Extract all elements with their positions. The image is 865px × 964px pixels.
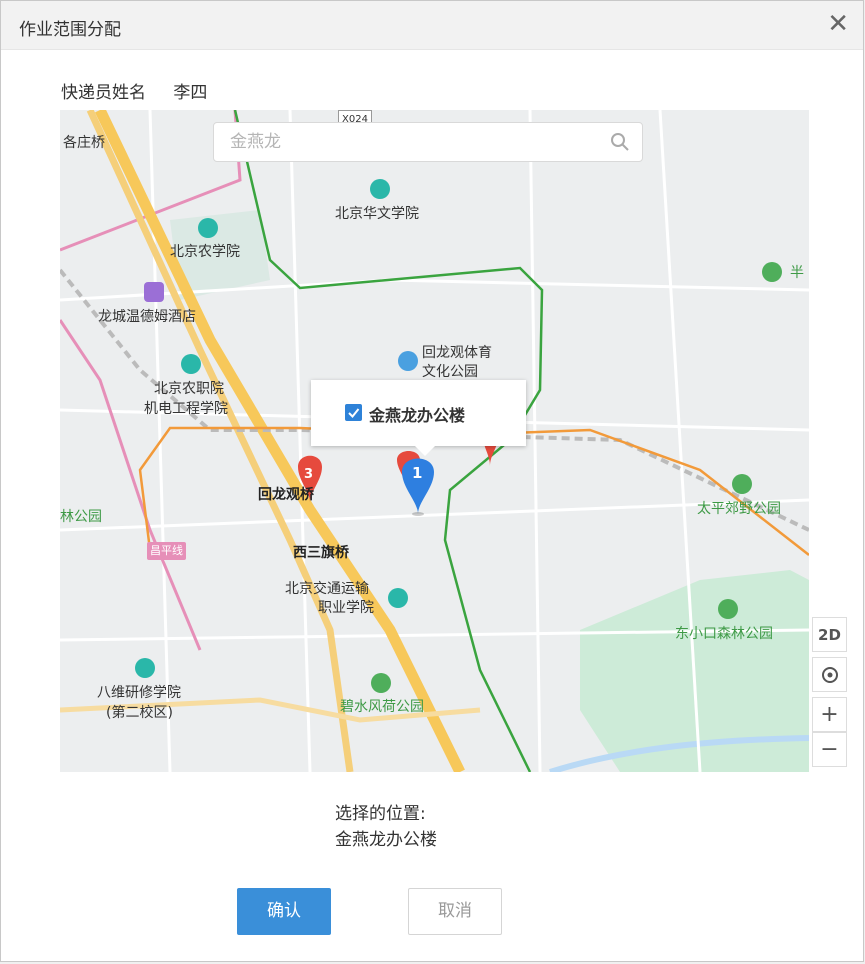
locate-icon-glyph: [821, 667, 838, 683]
map-label: 太平郊野公园: [697, 501, 781, 517]
cancel-button[interactable]: 取消: [408, 888, 502, 935]
metro-line-badge: 昌平线: [147, 542, 186, 560]
school-icon: [370, 179, 390, 199]
courier-name: 李四: [173, 83, 208, 103]
map-label: 半: [790, 265, 804, 281]
school-icon: [135, 658, 155, 678]
park-icon: [762, 262, 782, 282]
assign-area-dialog: 作业范围分配 ✕ 快递员姓名 李四 各庄桥 北京华文学院 北京农学院 龙城温德姆…: [0, 0, 864, 962]
location-checkbox[interactable]: [345, 404, 362, 421]
map-label: 回龙观体育: [422, 345, 492, 361]
park-icon: [718, 599, 738, 619]
map-label: 龙城温德姆酒店: [98, 309, 196, 325]
popup-tail: [415, 446, 435, 456]
map-mode-toggle[interactable]: 2D: [812, 617, 847, 652]
map-label: 林公园: [60, 509, 102, 525]
courier-label: 快递员姓名: [61, 83, 146, 103]
map-label: 回龙观桥: [258, 487, 314, 503]
location-popup: 金燕龙办公楼: [311, 380, 526, 456]
confirm-button[interactable]: 确认: [237, 888, 331, 935]
map-search-box: [213, 122, 643, 162]
selected-marker-label[interactable]: 1: [412, 464, 422, 482]
dialog-titlebar: 作业范围分配 ✕: [1, 1, 863, 50]
check-icon: [348, 408, 360, 418]
map-label: 北京交通运输: [285, 581, 369, 597]
park-icon: [732, 474, 752, 494]
map-label: 文化公园: [422, 364, 478, 380]
selected-location-label: 选择的位置:: [335, 804, 426, 824]
search-icon[interactable]: [610, 132, 630, 152]
school-icon: [198, 218, 218, 238]
locate-icon[interactable]: [812, 657, 847, 692]
popup-location-label: 金燕龙办公楼: [369, 406, 466, 425]
map-label: 西三旗桥: [293, 545, 349, 561]
map-label: 各庄桥: [63, 135, 105, 151]
map-label: 职业学院: [318, 600, 374, 616]
cluster-marker-label[interactable]: 3: [304, 466, 313, 484]
courier-row: 快递员姓名 李四: [61, 78, 207, 103]
close-icon[interactable]: ✕: [827, 9, 849, 39]
map-label: 北京农学院: [170, 244, 240, 260]
map-search-input[interactable]: [228, 123, 602, 161]
stadium-icon: [398, 351, 418, 371]
zoom-in-button[interactable]: +: [812, 697, 847, 732]
hotel-icon: [144, 282, 164, 302]
map-label: 北京华文学院: [335, 206, 419, 222]
park-icon: [371, 673, 391, 693]
zoom-out-button[interactable]: −: [812, 732, 847, 767]
map-label: 北京农职院: [154, 381, 224, 397]
selected-location: 选择的位置: 金燕龙办公楼: [335, 801, 437, 853]
selected-location-value: 金燕龙办公楼: [335, 830, 437, 850]
dialog-title: 作业范围分配: [19, 20, 121, 40]
school-icon: [181, 354, 201, 374]
map-label: 机电工程学院: [144, 401, 228, 417]
map-label: (第二校区): [106, 705, 173, 721]
school-icon: [388, 588, 408, 608]
map-view[interactable]: 各庄桥 北京华文学院 北京农学院 龙城温德姆酒店 回龙观体育 文化公园 北京农职…: [60, 110, 809, 772]
map-label: 碧水风荷公园: [340, 699, 424, 715]
map-label: 八维研修学院: [97, 685, 181, 701]
map-label: 东小口森林公园: [675, 626, 773, 642]
